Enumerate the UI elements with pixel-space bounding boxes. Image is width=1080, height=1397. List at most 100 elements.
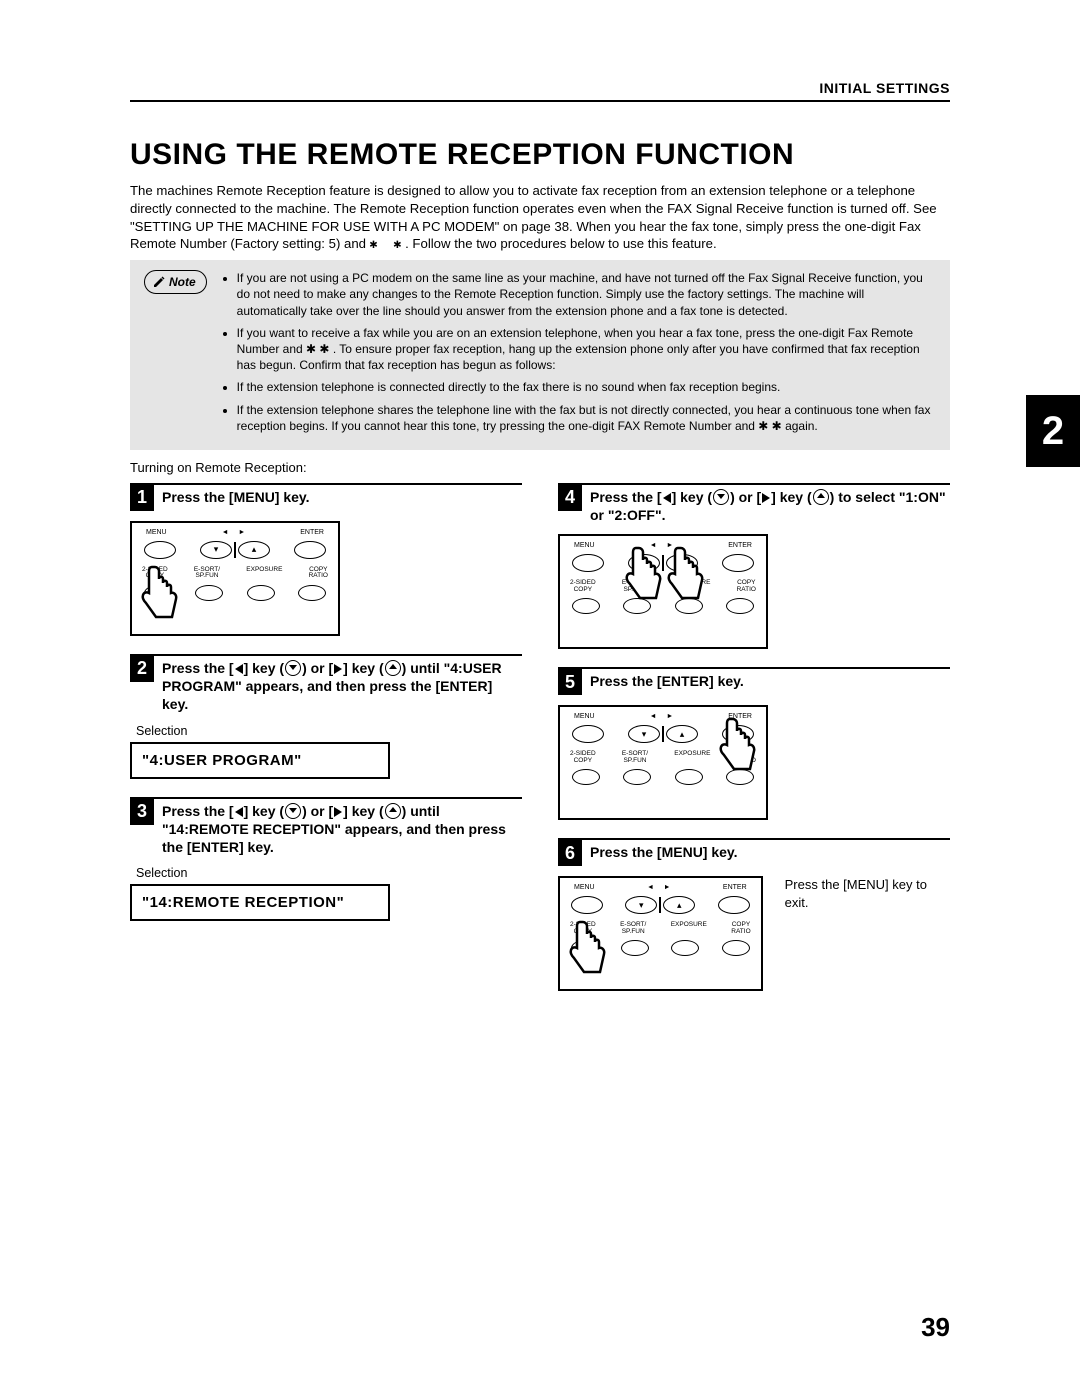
menu-button-icon bbox=[572, 725, 604, 743]
label-left-arrow: ◄ bbox=[650, 713, 657, 720]
panel-button-icon bbox=[675, 769, 703, 785]
step-number: 2 bbox=[130, 656, 154, 682]
label-ratio: RATIO bbox=[737, 757, 756, 764]
label-left-arrow: ◄ bbox=[650, 542, 657, 549]
step-number: 1 bbox=[130, 485, 154, 511]
down-arrow-button-icon: ▾ bbox=[628, 725, 660, 743]
control-panel-diagram: MENU ◄ ► ENTER ▾ ▴ bbox=[558, 534, 768, 649]
label-spfun: SP.FUN bbox=[195, 572, 218, 579]
label-2sided-copy: COPY bbox=[574, 586, 592, 593]
chapter-tab: 2 bbox=[1026, 395, 1080, 467]
label-spfun: SP.FUN bbox=[623, 586, 646, 593]
note-box: Note If you are not using a PC modem on … bbox=[130, 260, 950, 450]
panel-button-icon bbox=[195, 585, 223, 601]
right-arrow-icon bbox=[334, 807, 342, 817]
divider-icon bbox=[662, 726, 664, 742]
intro-paragraph: The machines Remote Reception feature is… bbox=[130, 182, 950, 254]
label-right-arrow: ► bbox=[238, 529, 245, 536]
divider-icon bbox=[234, 542, 236, 558]
step-number: 5 bbox=[558, 669, 582, 695]
circle-up-icon bbox=[385, 660, 401, 676]
label-right-arrow: ► bbox=[666, 713, 673, 720]
note-body: If you are not using a PC modem on the s… bbox=[221, 270, 936, 440]
label-enter: ENTER bbox=[728, 713, 752, 720]
down-arrow-button-icon: ▾ bbox=[200, 541, 232, 559]
step-number: 6 bbox=[558, 840, 582, 866]
circle-down-icon bbox=[285, 660, 301, 676]
enter-button-icon bbox=[718, 896, 750, 914]
enter-button-icon bbox=[722, 725, 754, 743]
panel-button-icon bbox=[621, 940, 649, 956]
left-arrow-icon bbox=[235, 664, 243, 674]
step-1: 1 Press the [MENU] key. MENU ◄ ► ENTER bbox=[130, 483, 522, 636]
step-title: Press the [MENU] key. bbox=[154, 485, 310, 506]
label-enter: ENTER bbox=[300, 529, 324, 536]
label-2sided-copy: COPY bbox=[574, 757, 592, 764]
label-spfun: SP.FUN bbox=[623, 757, 646, 764]
label-menu: MENU bbox=[146, 529, 167, 536]
label-ratio: RATIO bbox=[731, 928, 750, 935]
label-left-arrow: ◄ bbox=[222, 529, 229, 536]
label-2sided-copy: COPY bbox=[146, 572, 164, 579]
panel-button-icon bbox=[675, 598, 703, 614]
step-2: 2 Press the [] key () or [] key () until… bbox=[130, 654, 522, 779]
two-column-layout: 1 Press the [MENU] key. MENU ◄ ► ENTER bbox=[130, 483, 950, 1009]
down-arrow-button-icon: ▾ bbox=[628, 554, 660, 572]
control-panel-diagram: MENU ◄ ► ENTER ▾ ▴ bbox=[130, 521, 340, 636]
left-arrow-icon bbox=[235, 807, 243, 817]
label-2sided-copy: COPY bbox=[574, 928, 592, 935]
label-exposure: EXPOSURE bbox=[674, 751, 710, 764]
step-title: Press the [] key () or [] key () until "… bbox=[154, 656, 522, 714]
label-exposure: EXPOSURE bbox=[671, 922, 707, 935]
divider-icon bbox=[662, 555, 664, 571]
lcd-display: "4:USER PROGRAM" bbox=[130, 742, 390, 779]
panel-button-icon bbox=[623, 598, 651, 614]
panel-button-icon bbox=[722, 940, 750, 956]
header-section: INITIAL SETTINGS bbox=[819, 80, 950, 96]
label-exposure: EXPOSURE bbox=[674, 580, 710, 593]
panel-button-icon bbox=[298, 585, 326, 601]
enter-button-icon bbox=[722, 554, 754, 572]
circle-down-icon bbox=[285, 803, 301, 819]
selection-label: Selection bbox=[136, 724, 522, 738]
note-label-text: Note bbox=[169, 274, 196, 290]
divider-icon bbox=[659, 897, 661, 913]
left-column: 1 Press the [MENU] key. MENU ◄ ► ENTER bbox=[130, 483, 522, 1009]
right-column: 4 Press the [] key () or [] key () to se… bbox=[558, 483, 950, 1009]
panel-button-icon bbox=[572, 598, 600, 614]
step-title: Press the [] key () or [] key () until "… bbox=[154, 799, 522, 857]
up-arrow-button-icon: ▴ bbox=[666, 554, 698, 572]
pencil-icon bbox=[153, 276, 165, 288]
enter-button-icon bbox=[294, 541, 326, 559]
circle-down-icon bbox=[713, 489, 729, 505]
menu-button-icon bbox=[144, 541, 176, 559]
panel-button-icon bbox=[247, 585, 275, 601]
control-panel-diagram: MENU ◄ ► ENTER ▾ bbox=[558, 876, 763, 991]
label-left-arrow: ◄ bbox=[647, 884, 654, 891]
step-title: Press the [ENTER] key. bbox=[582, 669, 744, 690]
left-arrow-icon bbox=[663, 493, 671, 503]
note-item: If you want to receive a fax while you a… bbox=[237, 325, 936, 374]
page-title: USING THE REMOTE RECEPTION FUNCTION bbox=[130, 138, 950, 172]
down-arrow-button-icon: ▾ bbox=[625, 896, 657, 914]
label-right-arrow: ► bbox=[664, 884, 671, 891]
note-item: If the extension telephone is connected … bbox=[237, 379, 936, 395]
label-menu: MENU bbox=[574, 713, 595, 720]
label-enter: ENTER bbox=[728, 542, 752, 549]
up-arrow-button-icon: ▴ bbox=[666, 725, 698, 743]
label-enter: ENTER bbox=[723, 884, 747, 891]
panel-button-icon bbox=[671, 940, 699, 956]
label-menu: MENU bbox=[574, 884, 595, 891]
panel-button-icon bbox=[572, 769, 600, 785]
subheading: Turning on Remote Reception: bbox=[130, 460, 950, 475]
circle-up-icon bbox=[813, 489, 829, 505]
note-item: If you are not using a PC modem on the s… bbox=[237, 270, 936, 319]
note-item: If the extension telephone shares the te… bbox=[237, 402, 936, 434]
manual-page: INITIAL SETTINGS USING THE REMOTE RECEPT… bbox=[0, 0, 1080, 1397]
menu-button-icon bbox=[572, 554, 604, 572]
step-5: 5 Press the [ENTER] key. MENU ◄ ► ENTER bbox=[558, 667, 950, 820]
up-arrow-button-icon: ▴ bbox=[238, 541, 270, 559]
step-side-text: Press the [MENU] key to exit. bbox=[785, 876, 950, 911]
step-4: 4 Press the [] key () or [] key () to se… bbox=[558, 483, 950, 649]
step-title: Press the [MENU] key. bbox=[582, 840, 738, 861]
